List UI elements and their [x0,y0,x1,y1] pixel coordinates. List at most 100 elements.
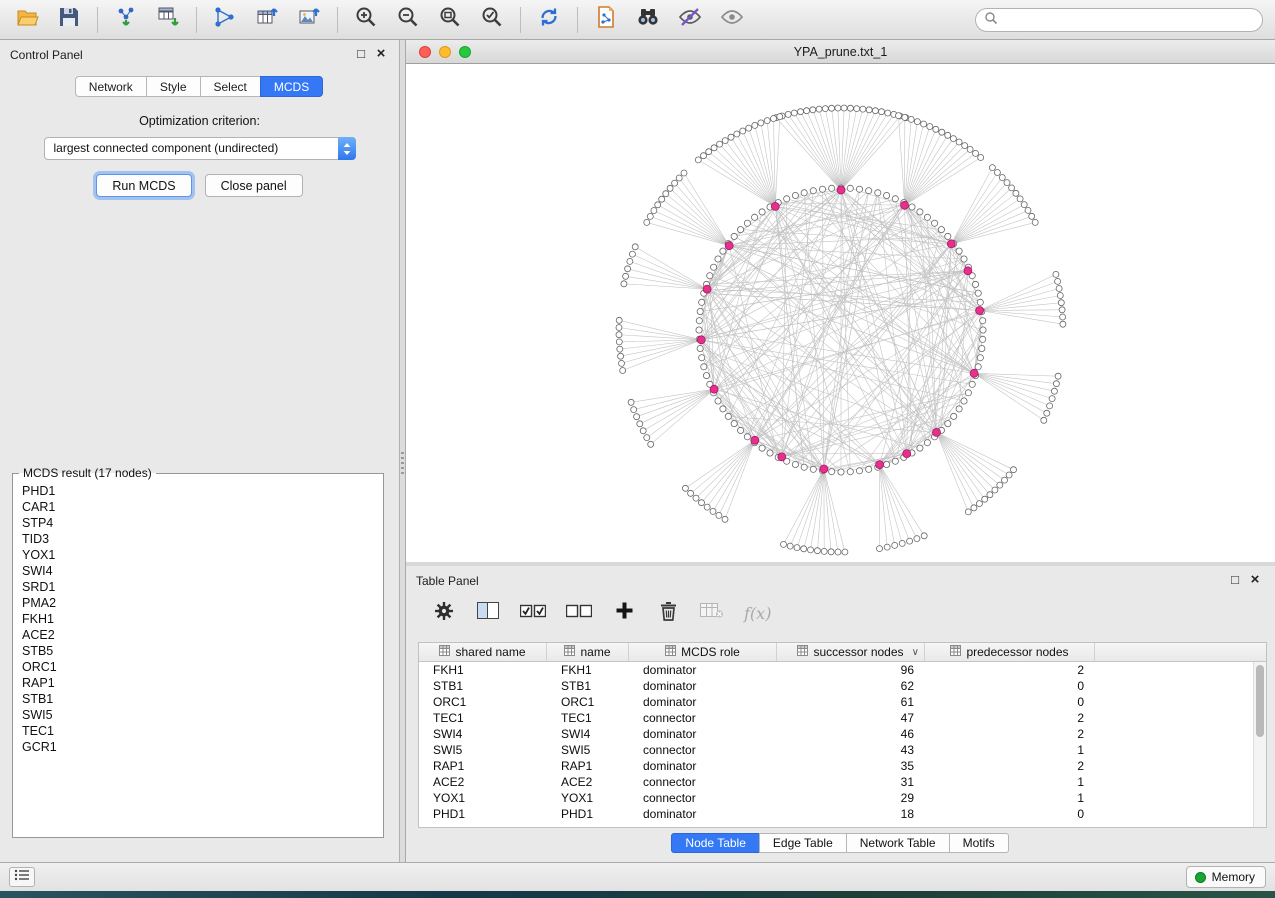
window-close-button[interactable] [419,46,431,58]
list-icon [14,868,30,886]
node-table: shared name name MCDS role successor nod… [418,642,1267,828]
column-header-name[interactable]: name [547,643,629,661]
cell-name: SWI5 [547,742,629,758]
column-header-successor-nodes[interactable]: successor nodes ∨ [777,643,925,661]
result-node[interactable]: STP4 [22,515,374,531]
tab-style[interactable]: Style [146,76,201,97]
tab-edge-table[interactable]: Edge Table [759,833,847,853]
scrollbar-thumb[interactable] [1256,665,1264,737]
table-row[interactable]: TEC1 TEC1 connector 47 2 [419,710,1266,726]
save-session-button[interactable] [48,4,90,36]
zoom-selected-button[interactable] [471,4,513,36]
table-row[interactable]: FKH1 FKH1 dominator 96 2 [419,662,1266,678]
cell-name: FKH1 [547,662,629,678]
toolbar-separator [337,7,338,33]
table-row[interactable]: ACE2 ACE2 connector 31 1 [419,774,1266,790]
export-network-button[interactable] [585,4,627,36]
run-mcds-button[interactable]: Run MCDS [96,174,191,197]
network-view-window: YPA_prune.txt_1 [406,40,1275,562]
mcds-buttons: Run MCDS Close panel [0,174,399,197]
result-node[interactable]: FKH1 [22,611,374,627]
result-node[interactable]: SWI4 [22,563,374,579]
result-node[interactable]: GCR1 [22,739,374,755]
delete-column-button[interactable] [656,599,680,627]
tab-node-table[interactable]: Node Table [671,833,760,853]
column-label: predecessor nodes [966,645,1068,659]
tab-select[interactable]: Select [200,76,261,97]
create-column-button[interactable] [612,599,636,627]
memory-button[interactable]: Memory [1186,866,1266,888]
table-row[interactable]: ORC1 ORC1 dominator 61 0 [419,694,1266,710]
zoom-out-button[interactable] [387,4,429,36]
table-row[interactable]: SWI5 SWI5 connector 43 1 [419,742,1266,758]
result-node[interactable]: ACE2 [22,627,374,643]
cell-predecessor-nodes: 1 [925,742,1095,758]
search-network-button[interactable] [627,4,669,36]
table-settings-button[interactable] [432,599,456,627]
network-canvas[interactable] [406,64,1275,562]
column-grid-icon [950,645,961,659]
show-graphics-details-button[interactable] [711,4,753,36]
window-zoom-button[interactable] [459,46,471,58]
tab-network-table[interactable]: Network Table [846,833,950,853]
tab-mcds[interactable]: MCDS [260,76,323,97]
result-node[interactable]: ORC1 [22,659,374,675]
close-table-panel-button[interactable]: × [1247,572,1263,588]
cell-predecessor-nodes: 2 [925,710,1095,726]
cell-name: ACE2 [547,774,629,790]
sort-descending-icon[interactable]: ∨ [912,647,919,658]
zoom-fit-button[interactable] [429,4,471,36]
column-header-predecessor-nodes[interactable]: predecessor nodes [925,643,1095,661]
show-column-panel-button[interactable] [476,599,500,627]
cell-predecessor-nodes: 1 [925,774,1095,790]
result-node[interactable]: TID3 [22,531,374,547]
task-history-button[interactable] [9,867,35,887]
zoom-selected-icon [480,5,504,34]
new-network-button[interactable] [204,4,246,36]
float-table-panel-button[interactable]: □ [1227,572,1243,588]
cell-mcds-role: dominator [629,726,777,742]
column-header-shared-name[interactable]: shared name [419,643,547,661]
unselect-all-columns-button[interactable] [566,599,592,627]
result-node[interactable]: RAP1 [22,675,374,691]
import-network-from-file-button[interactable] [105,4,147,36]
table-header-row: shared name name MCDS role successor nod… [419,643,1266,662]
select-all-columns-button[interactable] [520,599,546,627]
export-image-button[interactable] [288,4,330,36]
table-scrollbar[interactable] [1253,662,1266,827]
result-node[interactable]: STB5 [22,643,374,659]
export-table-button[interactable] [246,4,288,36]
tab-network[interactable]: Network [75,76,147,97]
import-table-from-file-button[interactable] [147,4,189,36]
result-node[interactable]: SWI5 [22,707,374,723]
table-row[interactable]: STB1 STB1 dominator 62 0 [419,678,1266,694]
table-row[interactable]: SWI4 SWI4 dominator 46 2 [419,726,1266,742]
table-row[interactable]: RAP1 RAP1 dominator 35 2 [419,758,1266,774]
table-panel-tabs: Node Table Edge Table Network Table Moti… [406,833,1275,853]
criterion-select[interactable]: largest connected component (undirected) [44,137,356,160]
hide-graphics-details-button[interactable] [669,4,711,36]
window-minimize-button[interactable] [439,46,451,58]
table-row[interactable]: YOX1 YOX1 connector 29 1 [419,790,1266,806]
cell-shared-name: PHD1 [419,806,547,822]
refresh-layout-button[interactable] [528,4,570,36]
column-header-mcds-role[interactable]: MCDS role [629,643,777,661]
table-row[interactable]: PHD1 PHD1 dominator 18 0 [419,806,1266,822]
result-node[interactable]: PHD1 [22,483,374,499]
tab-motifs[interactable]: Motifs [949,833,1009,853]
result-node[interactable]: STB1 [22,691,374,707]
search-input[interactable] [1002,10,1262,30]
result-node[interactable]: CAR1 [22,499,374,515]
open-file-button[interactable] [6,4,48,36]
criterion-selected-value: largest connected component (undirected) [54,141,279,155]
close-mcds-panel-button[interactable]: Close panel [205,174,303,197]
result-node[interactable]: TEC1 [22,723,374,739]
result-node[interactable]: YOX1 [22,547,374,563]
close-panel-button[interactable]: × [373,46,389,62]
unchecked-boxes-icon [566,604,592,623]
result-node[interactable]: PMA2 [22,595,374,611]
columns-icon [477,602,499,624]
result-node[interactable]: SRD1 [22,579,374,595]
float-panel-button[interactable]: □ [353,46,369,62]
zoom-in-button[interactable] [345,4,387,36]
